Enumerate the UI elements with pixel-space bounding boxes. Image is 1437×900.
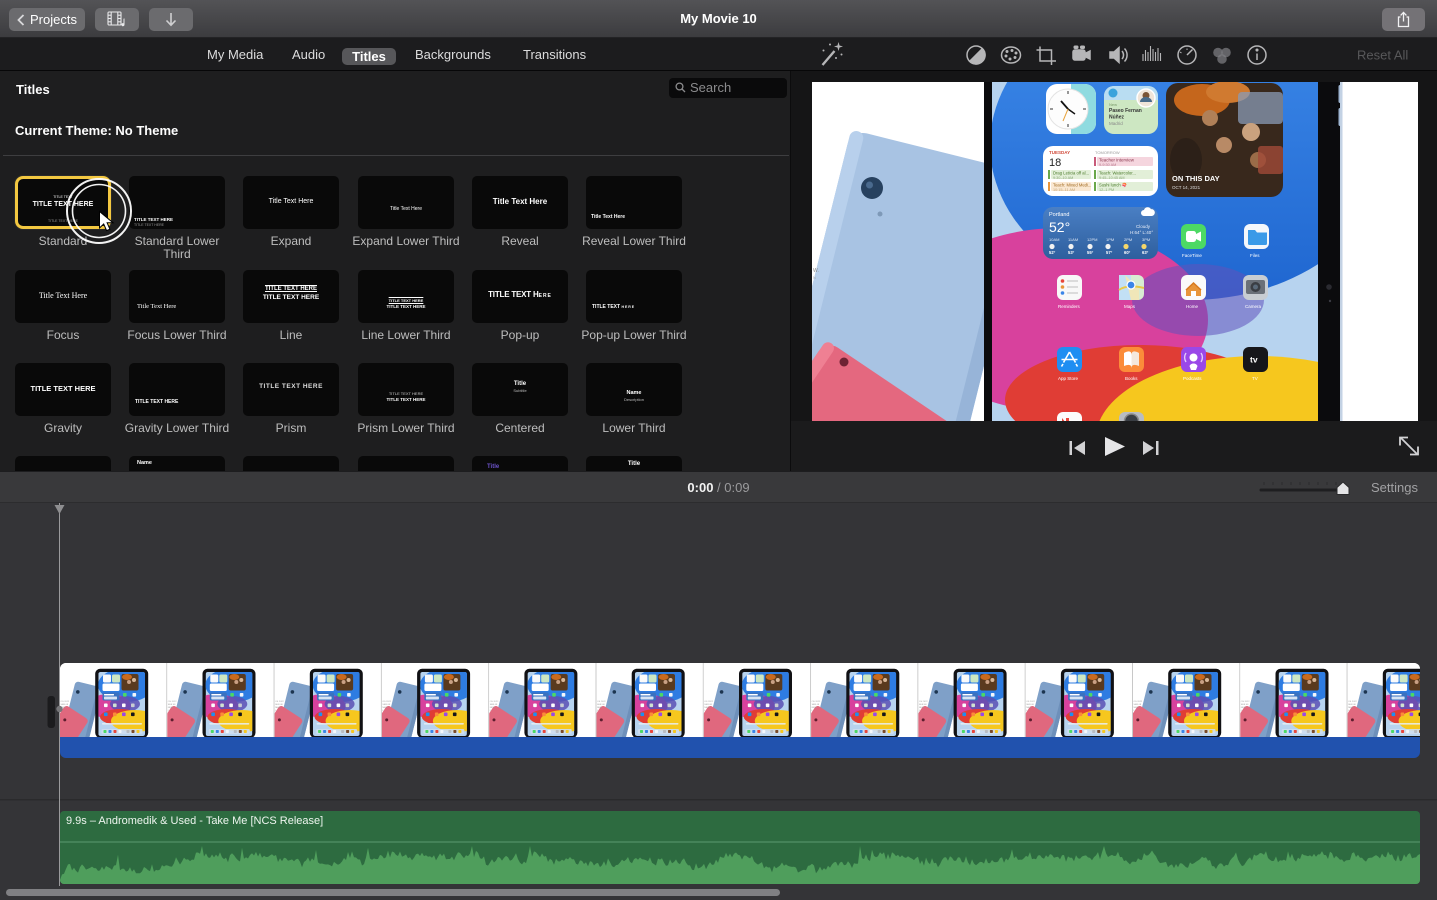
svg-text:TOMORROW: TOMORROW [1095,150,1120,155]
svg-text:9-9:30 AM: 9-9:30 AM [1099,163,1116,167]
svg-text:FaceTime: FaceTime [1182,253,1202,258]
svg-text:10:15–11 AM: 10:15–11 AM [1053,188,1075,192]
svg-text:55°: 55° [1087,250,1094,255]
svg-text:Books: Books [1125,376,1138,381]
svg-text:App Store: App Store [1058,376,1079,381]
svg-text:Maps: Maps [1124,304,1136,309]
svg-text:12–1 PM: 12–1 PM [1099,188,1114,192]
svg-text:Teacher interview: Teacher interview [1099,158,1135,163]
svg-text:Núñez: Núñez [1109,115,1125,121]
svg-text:60°: 60° [1124,250,1131,255]
svg-text:12PM: 12PM [1087,237,1097,242]
svg-text:1PM: 1PM [1106,237,1114,242]
svg-text:Cloudy: Cloudy [1136,224,1151,229]
svg-text:53°: 53° [1068,250,1075,255]
svg-text:Sushi lunch 🍣: Sushi lunch 🍣 [1099,183,1127,188]
svg-text:Teach: Watercolor...: Teach: Watercolor... [1099,171,1136,176]
svg-text:H:64° L:40°: H:64° L:40° [1130,230,1153,235]
svg-text:OCT 14, 2021: OCT 14, 2021 [1172,185,1201,190]
svg-text:18: 18 [1049,157,1061,169]
svg-text:Teach: Mixed Medi...: Teach: Mixed Medi... [1053,183,1091,188]
svg-text:TUESDAY: TUESDAY [1049,150,1070,155]
svg-text:Camera: Camera [1245,304,1262,309]
svg-text:10AM: 10AM [1049,237,1059,242]
svg-text:57°: 57° [1106,250,1113,255]
svg-text:tv: tv [1250,355,1258,365]
svg-text:ON THIS DAY: ON THIS DAY [1172,174,1220,183]
svg-text:Podcasts: Podcasts [1183,376,1202,381]
svg-text:TV: TV [1252,376,1258,381]
svg-text:Reminders: Reminders [1058,304,1081,309]
svg-text:9:30–10 AM: 9:30–10 AM [1053,176,1073,180]
svg-text:W.: W. [813,268,819,274]
svg-text:Home: Home [1186,304,1199,309]
svg-text:9.9s – Andromedik & Used - Tak: 9.9s – Andromedik & Used - Take Me [NCS … [66,815,323,827]
svg-text:New: New [1109,102,1117,107]
svg-text:52°: 52° [1049,219,1070,235]
svg-text:Portland: Portland [1049,212,1070,218]
svg-text:2PM: 2PM [1124,237,1132,242]
svg-text:11AM: 11AM [1068,237,1078,242]
svg-text:9:45–10:45 AM: 9:45–10:45 AM [1099,176,1125,180]
svg-text:52°: 52° [1049,250,1056,255]
svg-text:Reset All: Reset All [1357,48,1408,63]
svg-text:Paseo Fernan: Paseo Fernan [1109,108,1142,114]
svg-text:63°: 63° [1142,250,1149,255]
svg-text:Files: Files [1250,253,1260,258]
svg-text:Madrid: Madrid [1109,121,1123,126]
svg-text:3PM: 3PM [1142,237,1150,242]
svg-text:Drag Leticia off al...: Drag Leticia off al... [1053,171,1089,176]
svg-text:N: N [813,275,816,280]
